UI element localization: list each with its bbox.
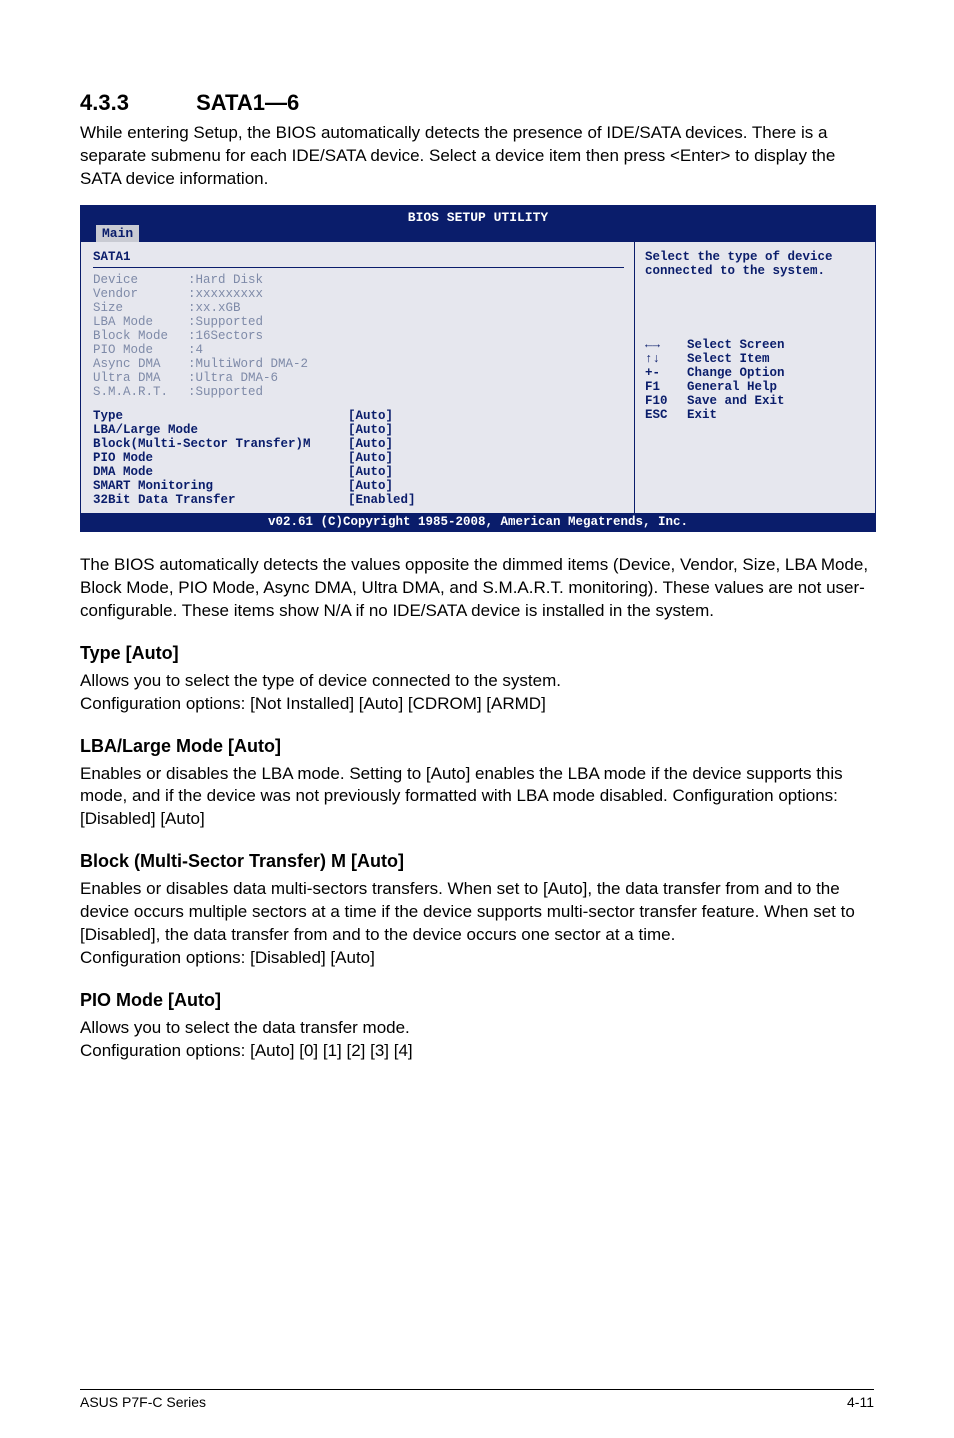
dim-value: :16Sectors: [188, 329, 263, 343]
subsection-heading: Type [Auto]: [80, 643, 874, 664]
nav-key: +-: [645, 366, 687, 380]
nav-key: ←→: [645, 338, 687, 352]
nav-desc: Save and Exit: [687, 394, 785, 408]
dim-value: :4: [188, 343, 203, 357]
dim-label: S.M.A.R.T.: [93, 385, 188, 399]
subsection-text: Enables or disables data multi-sectors t…: [80, 878, 874, 947]
dim-value: :xxxxxxxxx: [188, 287, 263, 301]
bios-config-row[interactable]: DMA Mode[Auto]: [93, 465, 624, 479]
page: 4.3.3 SATA1—6 While entering Setup, the …: [0, 0, 954, 1438]
bios-title: BIOS SETUP UTILITY: [81, 208, 875, 225]
after-bios-paragraph: The BIOS automatically detects the value…: [80, 554, 874, 623]
bios-nav-help: ←→Select Screen ↑↓Select Item +-Change O…: [645, 338, 865, 422]
dim-value: :Supported: [188, 385, 263, 399]
bios-panel-title: SATA1: [93, 250, 624, 264]
dim-value: :xx.xGB: [188, 301, 241, 315]
bios-config-block: Type[Auto] LBA/Large Mode[Auto] Block(Mu…: [93, 409, 624, 507]
subsection-text: Allows you to select the type of device …: [80, 670, 874, 693]
bios-left-pane: SATA1 Device:Hard Disk Vendor:xxxxxxxxx …: [81, 242, 635, 513]
page-footer: ASUS P7F-C Series 4-11: [80, 1389, 874, 1410]
dim-label: Async DMA: [93, 357, 188, 371]
bios-header: BIOS SETUP UTILITY Main: [81, 206, 875, 242]
subsection-text: Configuration options: [Auto] [0] [1] [2…: [80, 1040, 874, 1063]
dim-label: LBA Mode: [93, 315, 188, 329]
dim-label: PIO Mode: [93, 343, 188, 357]
bios-tab-main[interactable]: Main: [95, 224, 140, 242]
bios-config-row[interactable]: SMART Monitoring[Auto]: [93, 479, 624, 493]
subsection-text: Configuration options: [Not Installed] […: [80, 693, 874, 716]
footer-left: ASUS P7F-C Series: [80, 1394, 206, 1410]
nav-key: ESC: [645, 408, 687, 422]
dim-label: Ultra DMA: [93, 371, 188, 385]
bios-config-row[interactable]: Type[Auto]: [93, 409, 624, 423]
section-title: SATA1—6: [196, 90, 299, 115]
bios-help-text: Select the type of device connected to t…: [645, 250, 865, 278]
dim-label: Vendor: [93, 287, 188, 301]
bios-config-row[interactable]: Block(Multi-Sector Transfer)M[Auto]: [93, 437, 624, 451]
subsection-heading: Block (Multi-Sector Transfer) M [Auto]: [80, 851, 874, 872]
nav-desc: Select Screen: [687, 338, 785, 352]
dim-label: Device: [93, 273, 188, 287]
bios-config-row[interactable]: PIO Mode[Auto]: [93, 451, 624, 465]
section-heading: 4.3.3 SATA1—6: [80, 90, 874, 116]
subsection-heading: LBA/Large Mode [Auto]: [80, 736, 874, 757]
dim-label: Size: [93, 301, 188, 315]
section-number: 4.3.3: [80, 90, 190, 116]
bios-config-row[interactable]: 32Bit Data Transfer[Enabled]: [93, 493, 624, 507]
intro-paragraph: While entering Setup, the BIOS automatic…: [80, 122, 874, 191]
bios-right-pane: Select the type of device connected to t…: [635, 242, 875, 513]
subsection-text: Allows you to select the data transfer m…: [80, 1017, 874, 1040]
nav-key: ↑↓: [645, 352, 687, 366]
nav-key: F10: [645, 394, 687, 408]
nav-desc: Select Item: [687, 352, 770, 366]
nav-key: F1: [645, 380, 687, 394]
bios-footer: v02.61 (C)Copyright 1985-2008, American …: [81, 513, 875, 531]
subsection-text: Configuration options: [Disabled] [Auto]: [80, 947, 874, 970]
dim-value: :Supported: [188, 315, 263, 329]
bios-separator: [93, 267, 624, 268]
subsection-text: Enables or disables the LBA mode. Settin…: [80, 763, 874, 832]
dim-value: :MultiWord DMA-2: [188, 357, 308, 371]
subsection-heading: PIO Mode [Auto]: [80, 990, 874, 1011]
nav-desc: Exit: [687, 408, 717, 422]
nav-desc: General Help: [687, 380, 777, 394]
bios-dimmed-block: Device:Hard Disk Vendor:xxxxxxxxx Size:x…: [93, 273, 624, 399]
bios-body: SATA1 Device:Hard Disk Vendor:xxxxxxxxx …: [81, 242, 875, 513]
dim-value: :Hard Disk: [188, 273, 263, 287]
dim-value: :Ultra DMA-6: [188, 371, 278, 385]
bios-config-row[interactable]: LBA/Large Mode[Auto]: [93, 423, 624, 437]
footer-right: 4-11: [847, 1394, 874, 1410]
dim-label: Block Mode: [93, 329, 188, 343]
bios-screenshot: BIOS SETUP UTILITY Main SATA1 Device:Har…: [80, 205, 876, 532]
nav-desc: Change Option: [687, 366, 785, 380]
